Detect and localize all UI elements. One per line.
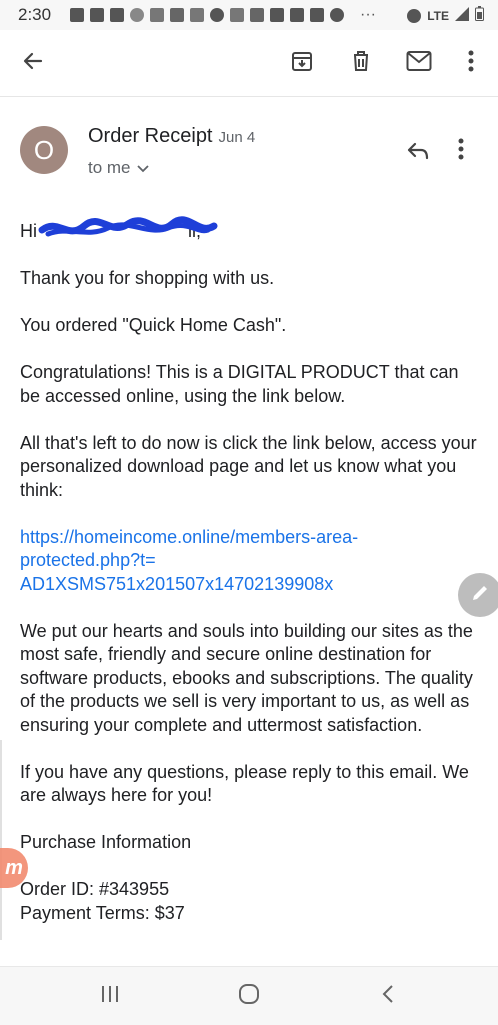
email-subject: Order Receipt Jun 4 — [88, 125, 255, 148]
order-id: Order ID: #343955 — [20, 879, 170, 899]
back-button[interactable] — [18, 48, 48, 78]
sender-avatar[interactable]: O — [20, 126, 68, 174]
payment-terms: Payment Terms: $37 — [20, 902, 185, 923]
body-paragraph: Congratulations! This is a DIGITAL PRODU… — [20, 362, 459, 406]
system-icons: LTE — [407, 6, 484, 26]
body-paragraph: You ordered "Quick Home Cash". — [20, 315, 287, 335]
archive-button[interactable] — [287, 48, 317, 78]
status-bar: 2:30 ··· LTE — [0, 0, 498, 30]
bird-icon — [130, 8, 144, 22]
system-nav-bar — [0, 966, 498, 1025]
reply-icon — [405, 142, 431, 168]
arrow-left-icon — [21, 49, 45, 78]
more-options-button[interactable] — [456, 48, 486, 78]
clock: 2:30 — [18, 5, 52, 24]
more-notifications: ··· — [360, 6, 376, 23]
m-icon — [330, 8, 344, 22]
download-link-line[interactable]: protected.php?t= — [20, 550, 156, 570]
delete-button[interactable] — [346, 48, 376, 78]
oyo-icon — [190, 8, 204, 22]
mail-icon — [290, 8, 304, 22]
network-label: LTE — [427, 9, 449, 23]
reply-button[interactable] — [405, 138, 435, 168]
trash-icon — [349, 49, 373, 78]
greeting: Hi ll, — [20, 216, 482, 244]
body-paragraph: If you have any questions, please reply … — [20, 761, 469, 806]
recent-apps-icon — [100, 985, 120, 1008]
home-button[interactable] — [229, 981, 269, 1011]
redaction-scribble — [38, 216, 218, 237]
message-more-button[interactable] — [458, 138, 478, 168]
battery-icon — [475, 6, 484, 26]
body-paragraph: We put our hearts and souls into buildin… — [20, 620, 473, 735]
download-link-line[interactable]: https://homeincome.online/members-area- — [20, 527, 358, 547]
notification-icons: ··· — [70, 6, 376, 24]
home-icon — [238, 983, 260, 1010]
facebook-icon — [110, 8, 124, 22]
edge-panel-handle[interactable] — [0, 740, 6, 940]
recent-apps-button[interactable] — [90, 981, 130, 1011]
archive-icon — [290, 49, 314, 78]
chevron-down-icon — [136, 158, 149, 178]
body-paragraph: All that's left to do now is click the l… — [20, 432, 477, 500]
download-link-line[interactable]: AD1XSMS751x201507x14702139908x — [20, 574, 333, 594]
email-date: Jun 4 — [218, 129, 256, 146]
w-icon — [250, 8, 264, 22]
recipient-details-toggle[interactable]: to me — [88, 158, 149, 178]
airplane-icon — [150, 8, 164, 22]
email-body: Hi ll, Thank you for shopping with us. Y… — [20, 216, 482, 925]
greeting-prefix: Hi — [20, 221, 37, 241]
apps-icon — [230, 8, 244, 22]
email-toolbar — [0, 30, 498, 97]
subject-text: Order Receipt — [88, 125, 213, 147]
alarm-icon — [407, 9, 422, 23]
mail-icon — [310, 8, 324, 22]
system-back-button[interactable] — [368, 981, 408, 1011]
greeting-line: Hi ll, — [20, 216, 218, 244]
edit-floating-button[interactable] — [458, 573, 498, 617]
notification-icon — [70, 8, 84, 22]
pencil-icon — [469, 582, 491, 609]
chevron-left-icon — [381, 984, 395, 1009]
mark-unread-button[interactable] — [404, 48, 434, 78]
email-header: O Order Receipt Jun 4 to me — [0, 112, 498, 192]
mail-icon — [406, 50, 432, 77]
signal-icon — [455, 6, 469, 26]
purchase-heading: Purchase Information — [20, 832, 192, 852]
google-icon — [210, 8, 224, 22]
download-link[interactable]: https://homeincome.online/members-area- … — [20, 526, 482, 597]
body-paragraph: Thank you for shopping with us. — [20, 268, 275, 288]
recipient-label: to me — [88, 158, 131, 177]
more-vert-icon — [468, 50, 474, 77]
mail-icon — [270, 8, 284, 22]
facebook-icon — [90, 8, 104, 22]
more-vert-icon — [458, 138, 464, 164]
w-icon — [170, 8, 184, 22]
